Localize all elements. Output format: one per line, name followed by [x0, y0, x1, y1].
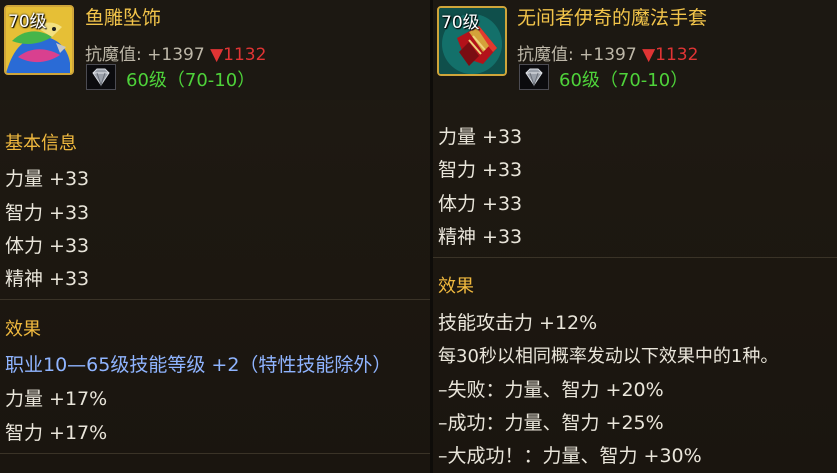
- item-name: 鱼雕坠饰: [85, 7, 162, 29]
- magic-resist-diff: 1132: [223, 45, 267, 65]
- effect-title: 效果: [5, 319, 41, 340]
- left-item-tooltip: 70级 鱼雕坠饰 抗魔值: +1397 ▼1132 60级（70-10） 基本信…: [0, 0, 430, 473]
- red-magic-glove-icon[interactable]: 70级: [437, 6, 507, 76]
- magic-resist-value: +1397: [579, 45, 637, 65]
- magic-resist-row: 抗魔值: +1397 ▼1132: [517, 40, 698, 65]
- effect-line: –大成功！：力量、智力 +30%: [438, 445, 702, 467]
- level-badge: 70级: [441, 13, 480, 33]
- down-arrow-icon: ▼: [642, 45, 656, 65]
- stat-line: 精神 +33: [438, 226, 523, 248]
- effect-line: –失败：力量、智力 +20%: [438, 379, 664, 401]
- magic-resist-row: 抗魔值: +1397 ▼1132: [85, 40, 266, 65]
- effect-line: –成功：力量、智力 +25%: [438, 412, 664, 434]
- magic-resist-value: +1397: [147, 45, 205, 65]
- section-divider: [0, 299, 430, 300]
- section-divider: [433, 257, 837, 258]
- stat-line: 力量 +33: [438, 126, 523, 148]
- stat-line: 体力 +33: [5, 235, 90, 257]
- effect-line: 每30秒以相同概率发动以下效果中的1种。: [438, 346, 779, 367]
- level-badge: 70级: [8, 12, 47, 32]
- level-requirement: 60级（70-10）: [559, 70, 689, 91]
- effect-line: 技能攻击力 +12%: [438, 312, 598, 334]
- stat-line: 智力 +33: [5, 202, 90, 224]
- effect-line: 力量 +17%: [5, 388, 108, 410]
- stat-line: 力量 +33: [5, 168, 90, 190]
- effect-title: 效果: [438, 276, 474, 297]
- down-arrow-icon: ▼: [210, 45, 224, 65]
- diamond-gem-icon: [519, 64, 549, 90]
- effect-line: 智力 +17%: [5, 422, 108, 444]
- magic-resist-label: 抗魔值:: [517, 45, 574, 65]
- right-item-tooltip: 70级 无间者伊奇的魔法手套 抗魔值: +1397 ▼1132 60级（70-1…: [433, 0, 837, 473]
- magic-resist-label: 抗魔值:: [85, 45, 142, 65]
- diamond-gem-icon: [86, 64, 116, 90]
- fish-carving-pendant-icon[interactable]: 70级: [4, 5, 74, 75]
- stat-line: 精神 +33: [5, 268, 90, 290]
- section-divider: [0, 453, 430, 454]
- level-requirement: 60级（70-10）: [126, 70, 256, 91]
- skill-level-effect: 职业10—65级技能等级 +2（特性技能除外）: [5, 354, 392, 376]
- magic-resist-diff: 1132: [655, 45, 699, 65]
- stat-line: 体力 +33: [438, 193, 523, 215]
- stat-line: 智力 +33: [438, 159, 523, 181]
- basic-info-title: 基本信息: [5, 133, 77, 154]
- item-name: 无间者伊奇的魔法手套: [517, 7, 708, 29]
